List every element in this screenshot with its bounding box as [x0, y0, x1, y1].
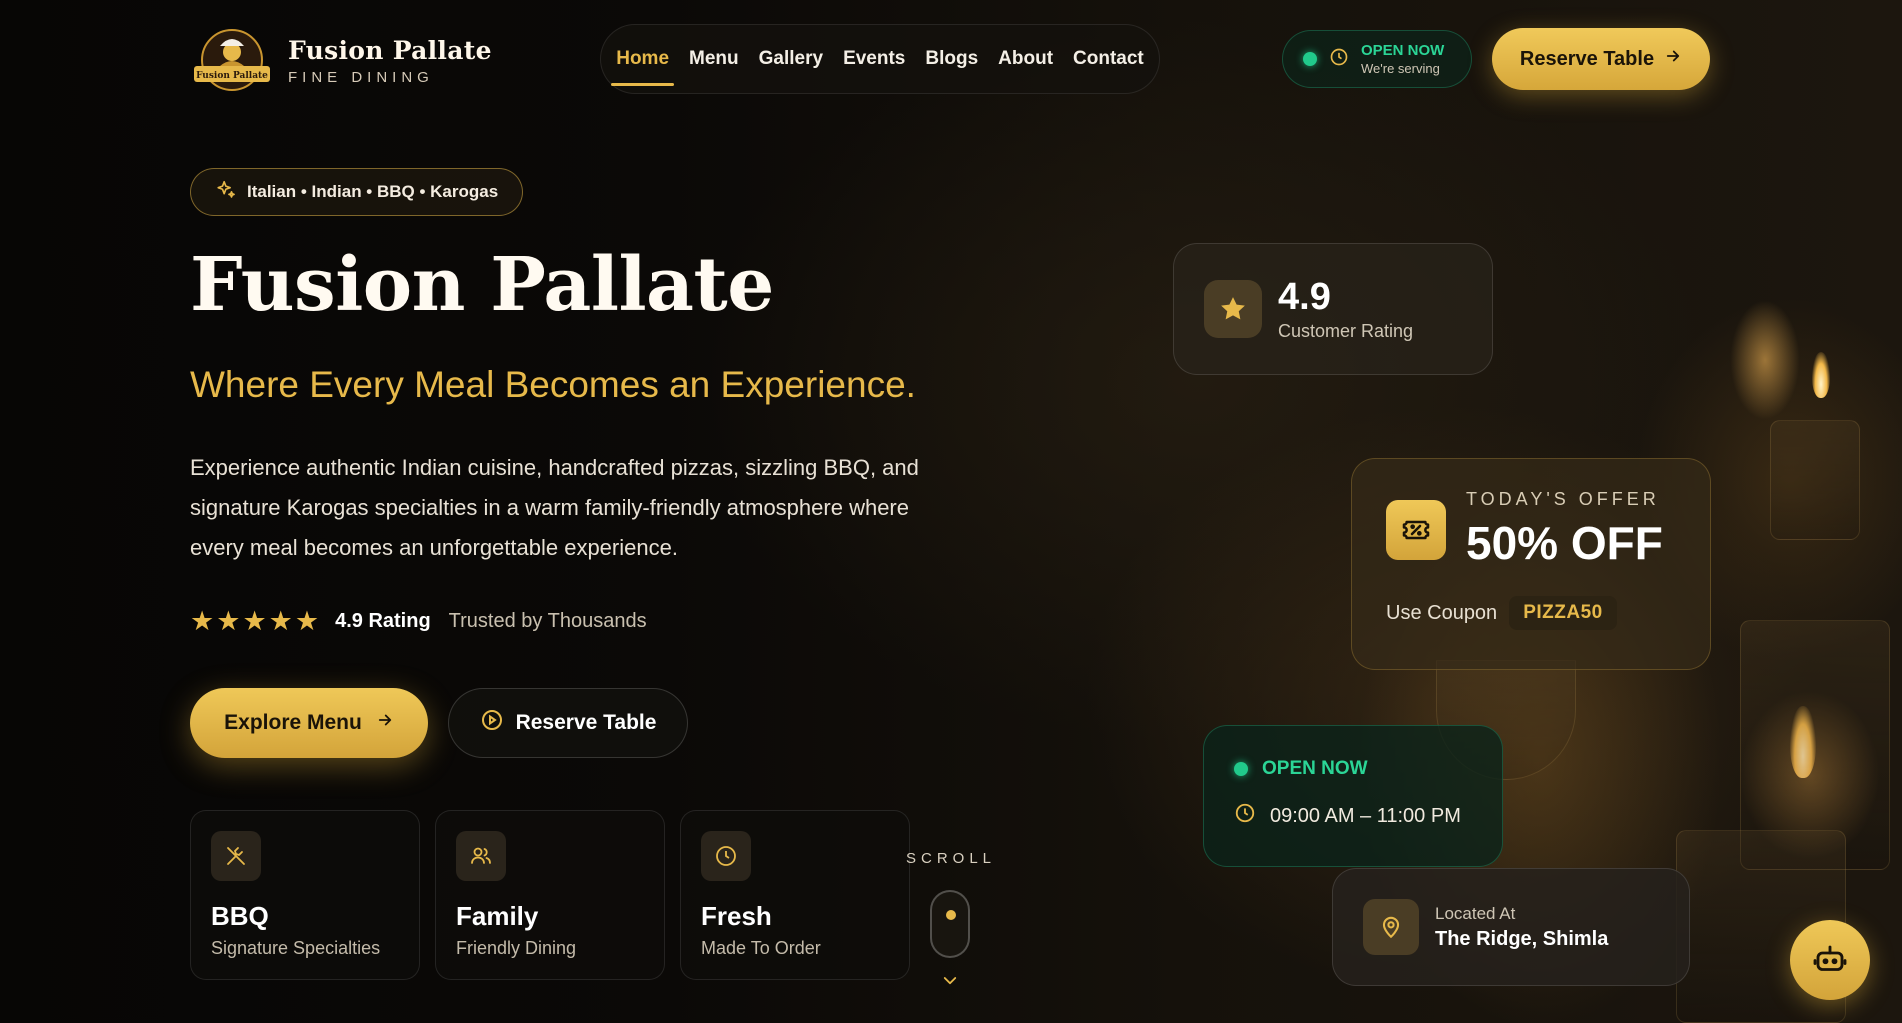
star-icon: ★ [242, 606, 267, 636]
reserve-table-hero-button[interactable]: Reserve Table [448, 688, 688, 758]
brand-name: Fusion Pallate [288, 36, 492, 65]
arrow-right-icon [376, 711, 394, 735]
offer-label: TODAY'S OFFER [1466, 489, 1660, 509]
status-dot [1234, 762, 1248, 776]
star-icon [1204, 280, 1262, 338]
feature-title: BBQ [211, 901, 269, 931]
rating-trust-text: Trusted by Thousands [448, 610, 647, 632]
customer-rating-value: 4.9 [1278, 276, 1331, 318]
users-icon [456, 831, 506, 881]
reserve-table-label: Reserve Table [1519, 47, 1655, 70]
feature-subtitle: Friendly Dining [456, 938, 577, 958]
hero-rating: ★ ★ ★ ★ ★ 4.9 Rating Trusted by Thousand… [190, 608, 647, 635]
feature-title: Family [456, 901, 539, 931]
explore-menu-button[interactable]: Explore Menu [190, 688, 428, 758]
star-icon: ★ [294, 606, 320, 636]
nav-about[interactable]: About [998, 40, 1053, 78]
brand-logo[interactable]: Fusion Pallate Fusion Pallate FINE DININ… [190, 26, 492, 96]
nav-menu[interactable]: Menu [689, 40, 739, 78]
ambient-glow [1730, 300, 1800, 420]
main-nav: Home Menu Gallery Events Blogs About Con… [600, 24, 1160, 94]
customer-rating-label: Customer Rating [1278, 321, 1414, 341]
bot-icon [1812, 941, 1848, 980]
coupon-code[interactable]: PIZZA50 [1509, 596, 1617, 630]
todays-offer-card: TODAY'S OFFER 50% OFF Use Coupon PIZZA50 [1351, 458, 1711, 670]
nav-contact[interactable]: Contact [1073, 40, 1144, 78]
location-card[interactable]: Located At The Ridge, Shimla [1332, 868, 1690, 986]
arrow-right-icon [1664, 47, 1682, 71]
hero-title: Fusion Pallate [190, 242, 774, 328]
sparkles-icon [215, 179, 237, 206]
open-status-subtitle: We're serving [1361, 61, 1440, 76]
clock-icon [1329, 47, 1349, 72]
star-icon: ★ [268, 606, 293, 636]
glass-decor [1770, 420, 1860, 540]
nav-home[interactable]: Home [611, 40, 674, 86]
chevron-down-icon[interactable] [941, 974, 959, 993]
open-status-pill: OPEN NOW We're serving [1282, 30, 1472, 88]
clock-icon [1234, 802, 1256, 830]
svg-text:Fusion Pallate: Fusion Pallate [196, 71, 268, 81]
star-icon: ★ [190, 606, 215, 636]
coupon-label: Use Coupon [1386, 601, 1498, 624]
scroll-mouse-indicator[interactable] [930, 890, 970, 958]
candle-flame [1812, 352, 1830, 398]
open-status-title: OPEN NOW [1361, 42, 1445, 59]
brand-tagline: FINE DINING [288, 69, 434, 86]
utensils-icon [211, 831, 261, 881]
hero-subtitle: Where Every Meal Becomes an Experience. [190, 364, 916, 405]
reserve-table-hero-label: Reserve Table [515, 711, 657, 734]
feature-card-fresh: Fresh Made To Order [680, 810, 910, 980]
clock-icon [701, 831, 751, 881]
status-dot [1303, 52, 1317, 66]
play-circle-icon [480, 708, 504, 738]
logo-badge: Fusion Pallate [190, 26, 274, 96]
map-pin-icon [1363, 899, 1419, 955]
feature-card-family: Family Friendly Dining [435, 810, 665, 980]
cuisine-tag-text: Italian • Indian • BBQ • Karogas [247, 182, 499, 201]
offer-value: 50% OFF [1466, 517, 1663, 569]
star-rating: ★ ★ ★ ★ ★ [190, 608, 319, 635]
hero-description: Experience authentic Indian cuisine, han… [190, 455, 919, 560]
nav-events[interactable]: Events [843, 40, 905, 78]
feature-subtitle: Signature Specialties [211, 938, 381, 958]
chatbot-button[interactable] [1790, 920, 1870, 1000]
hours-status: OPEN NOW [1262, 758, 1368, 779]
hours-time: 09:00 AM – 11:00 PM [1270, 804, 1461, 827]
nav-gallery[interactable]: Gallery [759, 40, 823, 78]
location-label: Located At [1435, 903, 1516, 923]
rating-value: 4.9 Rating [335, 610, 431, 632]
star-icon: ★ [216, 606, 241, 636]
feature-title: Fresh [701, 901, 772, 931]
explore-menu-label: Explore Menu [224, 711, 362, 734]
location-value: The Ridge, Shimla [1435, 927, 1609, 950]
opening-hours-card: OPEN NOW 09:00 AM – 11:00 PM [1203, 725, 1503, 867]
nav-blogs[interactable]: Blogs [925, 40, 978, 78]
reserve-table-header-button[interactable]: Reserve Table [1492, 28, 1710, 90]
feature-subtitle: Made To Order [701, 938, 821, 958]
feature-card-bbq: BBQ Signature Specialties [190, 810, 420, 980]
customer-rating-card: 4.9 Customer Rating [1173, 243, 1493, 375]
ticket-percent-icon [1386, 499, 1446, 560]
cuisine-tag: Italian • Indian • BBQ • Karogas [190, 168, 524, 216]
scroll-label: SCROLL [906, 850, 997, 867]
